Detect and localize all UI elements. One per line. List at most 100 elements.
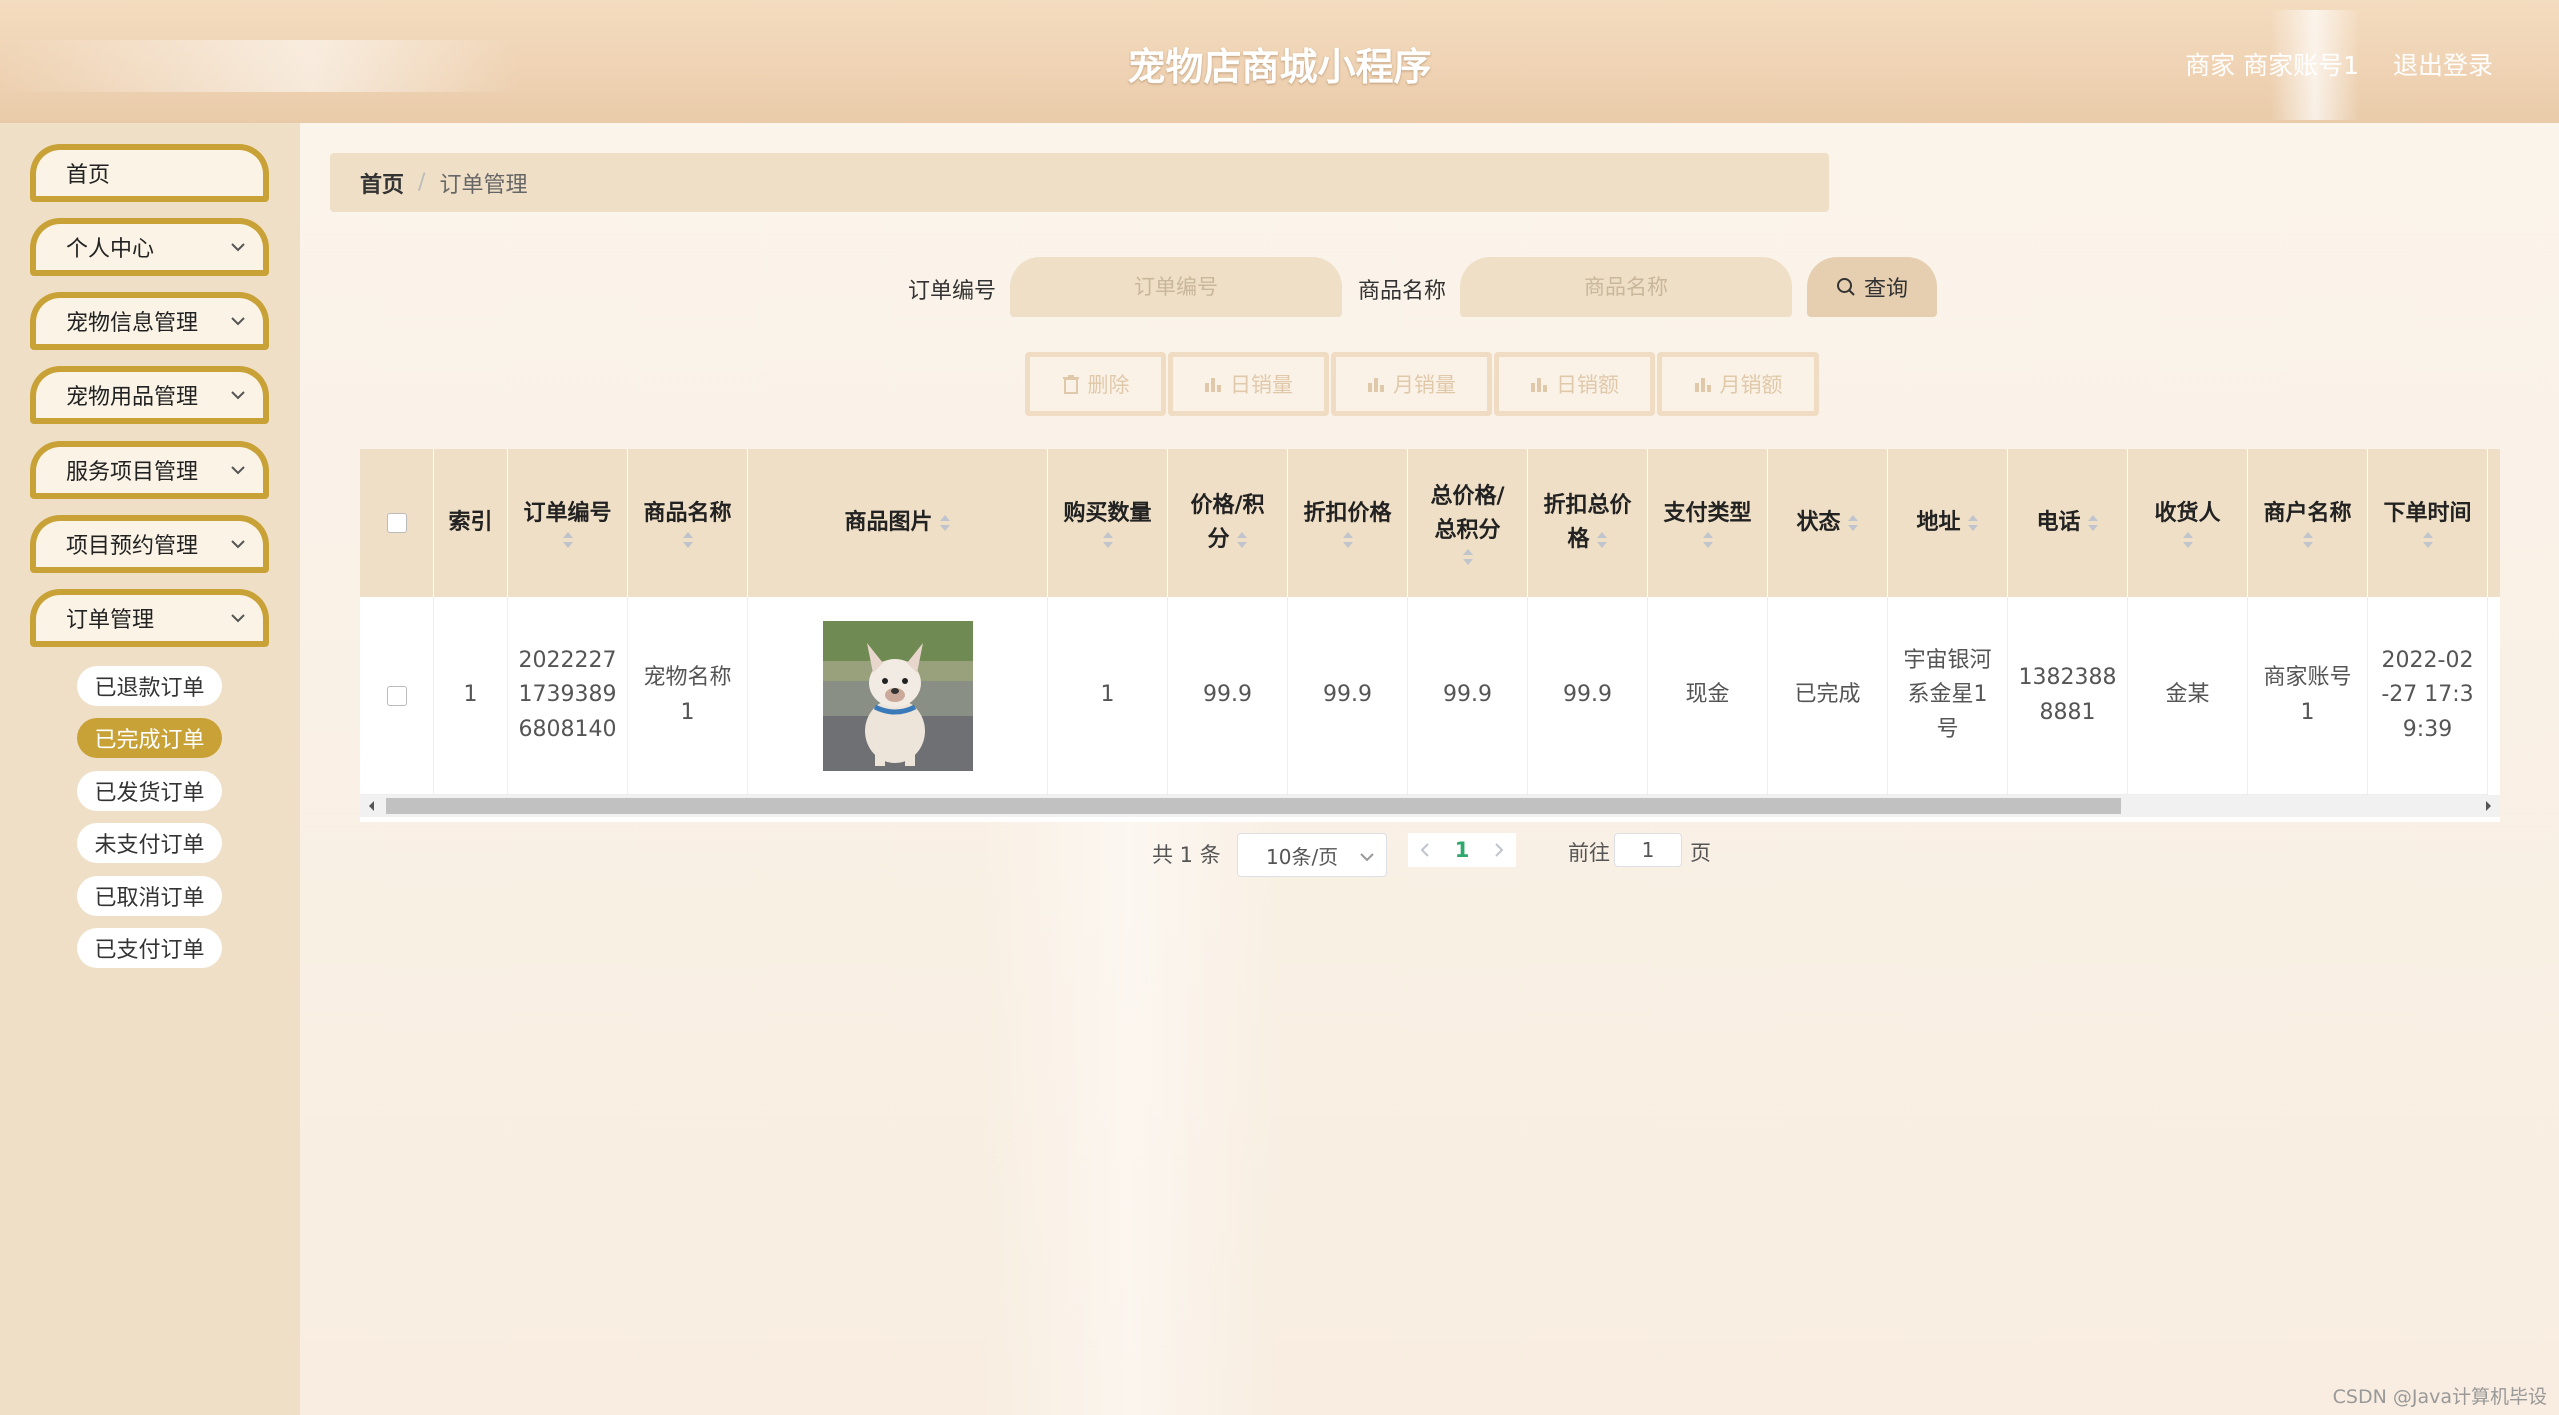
chevron-down-icon [231,391,245,400]
cell-receiver: 金某 [2128,597,2248,795]
header-receiver[interactable]: 收货人 [2128,449,2248,597]
sort-icon[interactable] [2302,531,2314,549]
current-page[interactable]: 1 [1442,833,1482,867]
cell-discount-price: 99.9 [1288,597,1408,795]
sidebar-item-label: 服务项目管理 [66,460,199,485]
header-order-no[interactable]: 订单编号 [508,449,628,597]
daily-sales-amount-button[interactable]: 日销额 [1494,352,1655,416]
cell-text: -27 17:3 [2381,682,2474,708]
cell-price: 99.9 [1168,597,1288,795]
header-order-time[interactable]: 下单时间 [2368,449,2488,597]
header-price-label: 价格/积 [1190,492,1265,518]
daily-sales-qty-label: 日销量 [1230,373,1293,397]
goto-page-input[interactable] [1614,833,1682,867]
sidebar-item-pet-info[interactable]: 宠物信息管理 [30,292,269,350]
monthly-sales-amount-label: 月销额 [1719,373,1783,397]
cell-pay-type: 现金 [1648,597,1768,795]
row-select-cell[interactable] [360,597,434,795]
header-discount-price-label: 折扣价格 [1303,500,1392,526]
header-select-all[interactable] [360,449,434,597]
next-page-button[interactable] [1482,833,1516,867]
query-button[interactable]: 查询 [1807,257,1937,317]
sort-icon[interactable] [939,514,951,532]
monthly-sales-qty-button[interactable]: 月销量 [1331,352,1492,416]
cell-text: 1382388 [2018,665,2117,691]
bar-chart-icon [1205,378,1221,392]
header-total[interactable]: 总价格/ 总积分 [1408,449,1528,597]
delete-button[interactable]: 删除 [1025,352,1166,416]
header-price[interactable]: 价格/积 分 [1168,449,1288,597]
sidebar-item-pet-supplies[interactable]: 宠物用品管理 [30,366,269,424]
sort-icon[interactable] [1596,531,1608,549]
orders-table: 索引 订单编号 商品名称 商品图片 购买数量 价格/积 分 折扣价格 总价格/ … [360,449,2500,822]
cell-product-name: 宠物名称 1 [628,597,748,795]
header-order-time-label: 下单时间 [2383,500,2472,526]
cell-status: 已完成 [1768,597,1888,795]
sidebar-item-personal-center[interactable]: 个人中心 [30,218,269,276]
cell-text: 2022-02 [2381,648,2474,674]
product-name-input[interactable] [1460,257,1792,317]
header-address[interactable]: 地址 [1888,449,2008,597]
order-no-input[interactable] [1010,257,1342,317]
header-index: 索引 [434,449,508,597]
sort-icon[interactable] [2422,531,2434,549]
sidebar-item-orders[interactable]: 订单管理 [30,589,269,647]
product-image-french-bulldog[interactable] [822,620,973,771]
cell-index: 1 [434,597,508,795]
header-discount-total-line2: 格 [1567,523,1607,557]
sidebar-subitem-shipped[interactable]: 已发货订单 [77,771,222,811]
horizontal-scrollbar[interactable] [360,795,2500,817]
sidebar-subitem-unpaid[interactable]: 未支付订单 [77,823,222,863]
sort-icon[interactable] [1462,548,1474,566]
header-discount-total-label-2: 格 [1567,527,1590,552]
chevron-right-icon [1495,843,1504,857]
chevron-down-icon [231,614,245,623]
scrollbar-thumb[interactable] [386,798,2121,814]
sidebar-subitem-completed[interactable]: 已完成订单 [77,718,222,758]
daily-sales-amount-label: 日销额 [1556,373,1619,397]
breadcrumb-home[interactable]: 首页 [360,167,404,199]
row-checkbox[interactable] [386,685,407,706]
header-pay-type[interactable]: 支付类型 [1648,449,1768,597]
sort-icon[interactable] [682,531,694,549]
header-discount-total[interactable]: 折扣总价 格 [1528,449,1648,597]
header-quantity[interactable]: 购买数量 [1048,449,1168,597]
header-merchant[interactable]: 商户名称 [2248,449,2368,597]
sort-icon[interactable] [562,531,574,549]
header-product-name[interactable]: 商品名称 [628,449,748,597]
product-name-label: 商品名称 [1358,279,1447,304]
scroll-right-arrow-icon[interactable] [2485,800,2493,812]
prev-page-button[interactable] [1408,833,1442,867]
select-all-checkbox[interactable] [386,513,407,533]
delete-button-label: 删除 [1087,373,1130,397]
header-discount-price[interactable]: 折扣价格 [1288,449,1408,597]
sidebar-item-appointments[interactable]: 项目预约管理 [30,515,269,573]
header-receiver-label: 收货人 [2154,500,2221,526]
header-product-image[interactable]: 商品图片 [748,449,1048,597]
monthly-sales-amount-button[interactable]: 月销额 [1657,352,1819,416]
sort-icon[interactable] [2182,531,2194,549]
sidebar-subitem-paid[interactable]: 已支付订单 [77,928,222,968]
sidebar-item-home[interactable]: 首页 [30,144,269,202]
sidebar-subitem-refunded[interactable]: 已退款订单 [77,666,222,706]
header-phone[interactable]: 电话 [2008,449,2128,597]
header-discount-total-label: 折扣总价 [1543,492,1632,518]
sort-icon[interactable] [1102,531,1114,549]
cell-discount-total: 99.9 [1528,597,1648,795]
logout-button[interactable]: 退出登录 [2393,46,2493,82]
sort-icon[interactable] [1236,531,1248,549]
sort-icon[interactable] [1967,514,1979,532]
cell-text: 宠物名称 [643,665,732,691]
sort-icon[interactable] [1847,514,1859,532]
header-status[interactable]: 状态 [1768,449,1888,597]
sidebar-item-service-items[interactable]: 服务项目管理 [30,441,269,499]
chevron-down-icon [231,466,245,475]
sort-icon[interactable] [1702,531,1714,549]
chevron-down-icon [231,317,245,326]
sort-icon[interactable] [1342,531,1354,549]
page-size-select[interactable]: 10条/页 [1237,833,1387,877]
sidebar-subitem-cancelled[interactable]: 已取消订单 [77,876,222,916]
scroll-left-arrow-icon[interactable] [367,800,375,812]
sort-icon[interactable] [2087,514,2099,532]
daily-sales-qty-button[interactable]: 日销量 [1168,352,1329,416]
